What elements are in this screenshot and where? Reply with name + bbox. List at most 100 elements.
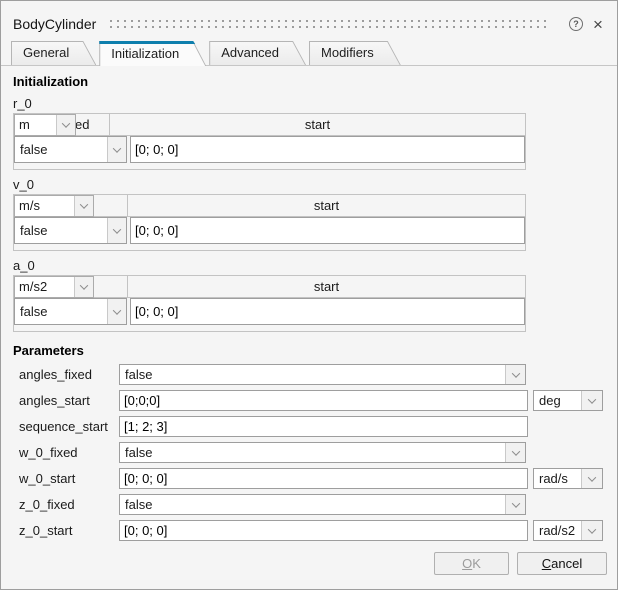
init-table-a_0-header: fixed start m/s2	[14, 276, 525, 298]
help-button[interactable]: ?	[567, 15, 585, 33]
unit-combobox-r_0[interactable]: m	[14, 114, 76, 136]
z_0_start-input[interactable]	[119, 520, 528, 541]
angles_fixed-value: false	[120, 365, 505, 384]
unit-combobox-a_0-value: m/s2	[15, 277, 74, 297]
dialog-title: BodyCylinder	[13, 16, 96, 32]
chevron-down-icon	[113, 306, 121, 314]
w_0_start-unit-combobox[interactable]: rad/s	[533, 468, 603, 489]
button-row: OK Cancel	[1, 552, 607, 575]
cancel-button[interactable]: Cancel	[517, 552, 607, 575]
help-icon: ?	[569, 17, 583, 31]
v_0-fixed-combobox[interactable]: false	[14, 217, 127, 244]
drag-handle[interactable]	[110, 20, 551, 28]
section-heading-initialization: Initialization	[13, 74, 617, 89]
w_0_fixed-value: false	[120, 443, 505, 462]
tab-initialization[interactable]: Initialization	[99, 41, 206, 66]
init-table-r_0-header: fixed start m	[14, 114, 525, 136]
tab-initialization-label: Initialization	[99, 41, 206, 61]
a_0-fixed-value: false	[15, 299, 107, 324]
z_0_fixed-combobox[interactable]: false	[119, 494, 526, 515]
column-header-start: start	[109, 114, 525, 135]
chevron-down-icon	[113, 225, 121, 233]
column-header-start: start	[127, 195, 525, 216]
a_0-start-input[interactable]	[130, 298, 525, 325]
z_0_fixed-value: false	[120, 495, 505, 514]
chevron-down-icon	[80, 281, 88, 289]
close-icon: ×	[593, 16, 603, 33]
param-row-w_0_start: w_0_start rad/s	[19, 468, 617, 489]
chevron-down-icon	[588, 525, 596, 533]
z_0_start-unit-combobox[interactable]: rad/s2	[533, 520, 603, 541]
close-button[interactable]: ×	[589, 15, 607, 33]
v_0-fixed-value: false	[15, 218, 107, 243]
angles_start-unit-combobox[interactable]: deg	[533, 390, 603, 411]
chevron-down-icon	[511, 447, 519, 455]
param-label-angles_fixed: angles_fixed	[19, 367, 119, 382]
drag-handle-dots	[110, 26, 551, 28]
init-table-r_0: fixed start m false	[13, 113, 526, 170]
drag-handle-dots	[110, 20, 551, 22]
param-label-w_0_start: w_0_start	[19, 471, 119, 486]
r_0-fixed-combobox[interactable]: false	[14, 136, 127, 163]
tab-bar: General Initialization Advanced Modifier…	[1, 39, 617, 66]
param-label-sequence_start: sequence_start	[19, 419, 119, 434]
init-table-r_0-row: false	[14, 136, 525, 163]
param-label-z_0_start: z_0_start	[19, 523, 119, 538]
angles_start-input[interactable]	[119, 390, 528, 411]
chevron-down-icon	[588, 473, 596, 481]
unit-combobox-a_0[interactable]: m/s2	[14, 276, 94, 298]
element-parameters-dialog: BodyCylinder ? × General Initialization	[0, 0, 618, 590]
w_0_start-input[interactable]	[119, 468, 528, 489]
init-table-a_0: fixed start m/s2 false	[13, 275, 526, 332]
z_0_start-unit-value: rad/s2	[534, 521, 581, 540]
param-label-z_0_fixed: z_0_fixed	[19, 497, 119, 512]
w_0_start-unit-value: rad/s	[534, 469, 581, 488]
param-row-sequence_start: sequence_start	[19, 416, 617, 437]
a_0-fixed-combobox[interactable]: false	[14, 298, 127, 325]
param-label-w_0_fixed: w_0_fixed	[19, 445, 119, 460]
param-row-angles_start: angles_start deg	[19, 390, 617, 411]
param-row-z_0_start: z_0_start rad/s2	[19, 520, 617, 541]
cancel-button-label: Cancel	[528, 556, 596, 571]
chevron-down-icon	[62, 119, 70, 127]
section-heading-parameters: Parameters	[13, 343, 617, 358]
chevron-down-icon	[511, 369, 519, 377]
title-bar: BodyCylinder ? ×	[1, 1, 617, 39]
param-row-w_0_fixed: w_0_fixed false	[19, 442, 617, 463]
init-table-a_0-row: false	[14, 298, 525, 325]
tab-content: Initialization r_0 fixed start m false	[1, 66, 617, 575]
tab-advanced[interactable]: Advanced	[209, 41, 306, 65]
chevron-down-icon	[80, 200, 88, 208]
init-table-v_0-row: false	[14, 217, 525, 244]
w_0_fixed-combobox[interactable]: false	[119, 442, 526, 463]
param-row-angles_fixed: angles_fixed false	[19, 364, 617, 385]
unit-combobox-v_0[interactable]: m/s	[14, 195, 94, 217]
ok-button-label: OK	[445, 556, 498, 571]
init-table-v_0: fixed start m/s false	[13, 194, 526, 251]
r_0-start-input[interactable]	[130, 136, 525, 163]
v_0-start-input[interactable]	[130, 217, 525, 244]
angles_fixed-combobox[interactable]: false	[119, 364, 526, 385]
group-label-a_0: a_0	[13, 259, 617, 273]
angles_start-unit-value: deg	[534, 391, 581, 410]
column-header-start: start	[127, 276, 525, 297]
param-row-z_0_fixed: z_0_fixed false	[19, 494, 617, 515]
group-label-v_0: v_0	[13, 178, 617, 192]
tab-modifiers-label: Modifiers	[309, 41, 401, 60]
tab-general[interactable]: General	[11, 41, 96, 65]
r_0-fixed-value: false	[15, 137, 107, 162]
tab-general-label: General	[11, 41, 96, 60]
group-label-r_0: r_0	[13, 97, 617, 111]
parameters-rows: angles_fixed false angles_start deg sequ…	[1, 364, 617, 541]
unit-combobox-v_0-value: m/s	[15, 196, 74, 216]
chevron-down-icon	[511, 499, 519, 507]
init-table-v_0-header: fixed start m/s	[14, 195, 525, 217]
chevron-down-icon	[113, 144, 121, 152]
param-label-angles_start: angles_start	[19, 393, 119, 408]
sequence_start-input[interactable]	[119, 416, 528, 437]
tab-modifiers[interactable]: Modifiers	[309, 41, 401, 65]
unit-combobox-r_0-value: m	[15, 115, 56, 135]
ok-button[interactable]: OK	[434, 552, 509, 575]
tab-advanced-label: Advanced	[209, 41, 306, 60]
chevron-down-icon	[588, 395, 596, 403]
